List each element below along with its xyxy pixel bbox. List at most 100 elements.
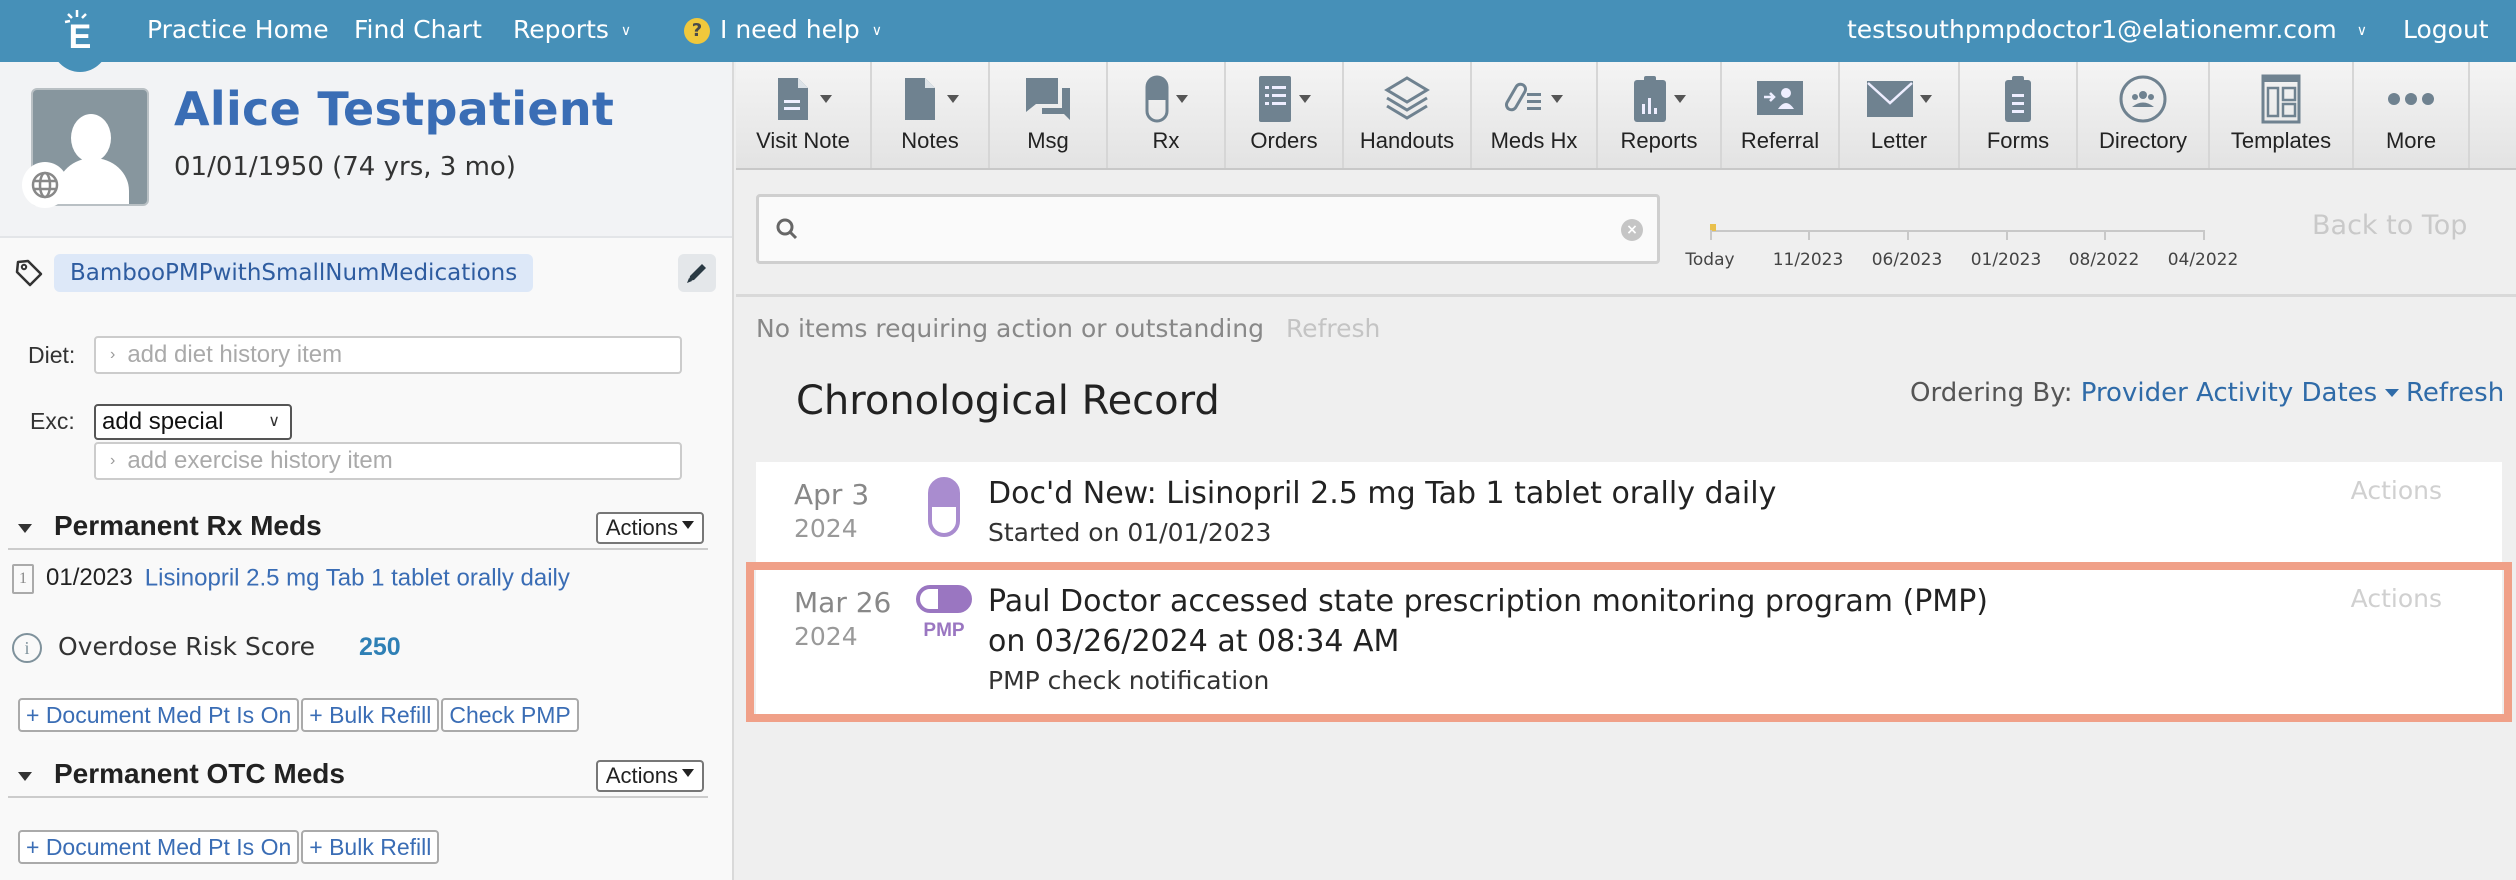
timeline-tick [1907,230,1909,240]
logout-link[interactable]: Logout [2403,0,2489,60]
patient-dob: 01/01/1950 (74 yrs, 3 mo) [174,152,516,182]
toolbar-forms[interactable]: Forms [1960,62,2078,168]
risk-label: Overdose Risk Score [58,632,315,661]
chevron-right-icon: › [110,452,116,469]
otc-meds-buttons: + Document Med Pt Is On + Bulk Refill [18,830,441,864]
caret-down-icon [2385,389,2400,397]
otc-actions-button[interactable]: Actions [595,760,704,792]
exercise-input[interactable]: › add exercise history item [94,442,682,480]
exercise-select-value: add special [102,408,224,435]
toolbar-referral[interactable]: Referral [1722,62,1840,168]
pending-refresh-link[interactable]: Refresh [1286,314,1380,343]
chat-icon [1026,78,1070,120]
timeline-tick [2006,230,2008,240]
search-icon [776,218,798,240]
med-start-date: 01/2023 [46,564,133,592]
toolbar-more[interactable]: More [2354,62,2470,168]
toolbar-rx[interactable]: Rx [1108,62,1226,168]
toolbar-msg[interactable]: Msg [990,62,1108,168]
toolbar-visit-note[interactable]: Visit Note [736,62,872,168]
patient-tag[interactable]: BambooPMPwithSmallNumMedications [54,254,534,292]
document-otc-med-button[interactable]: + Document Med Pt Is On [18,830,300,864]
caret-down-icon [947,95,959,103]
info-icon[interactable]: i [12,633,42,663]
entry-title[interactable]: Doc'd New: Lisinopril 2.5 mg Tab 1 table… [988,474,2088,514]
globe-icon[interactable] [22,162,68,208]
chronological-entry[interactable]: Apr 3 2024 Doc'd New: Lisinopril 2.5 mg … [756,462,2502,566]
exercise-special-select[interactable]: add special ∨ [94,404,292,440]
caret-down-icon [682,521,694,529]
timeline-tick [2203,230,2205,240]
entry-subtitle: Started on 01/01/2023 [988,518,1272,547]
toolbar-letter[interactable]: Letter [1840,62,1960,168]
med-name-link[interactable]: Lisinopril 2.5 mg Tab 1 tablet orally da… [145,564,570,591]
edit-tags-button[interactable] [678,254,716,292]
nav-practice-home[interactable]: Practice Home [147,0,329,60]
overdose-risk-row: i Overdose Risk Score 250 [12,632,401,663]
patient-name[interactable]: Alice Testpatient [174,82,614,136]
timeline-track[interactable] [1710,230,2203,232]
bulk-refill-button[interactable]: + Bulk Refill [301,698,440,732]
chevron-down-icon: ∨ [2356,23,2367,39]
entry-actions-link[interactable]: Actions [2351,476,2442,505]
list-icon [1259,76,1291,122]
pending-items-status: No items requiring action or outstanding… [756,314,1380,343]
check-pmp-button[interactable]: Check PMP [441,698,579,732]
otc-meds-header: Permanent OTC Meds Actions [8,758,708,798]
med-count-badge: 1 [12,564,34,594]
toolbar-notes[interactable]: Notes [872,62,990,168]
ordering-dropdown[interactable]: Provider Activity Dates [2081,378,2400,408]
nav-find-chart[interactable]: Find Chart [354,0,482,60]
clear-search-icon[interactable]: × [1621,219,1643,241]
bulk-refill-otc-button[interactable]: + Bulk Refill [301,830,440,864]
entry-title[interactable]: Paul Doctor accessed state prescription … [988,582,1988,662]
entry-actions-link[interactable]: Actions [2351,584,2442,613]
toolbar-meds-hx[interactable]: Meds Hx [1472,62,1598,168]
clipboard-chart-icon [1634,76,1666,122]
chevron-right-icon: › [110,346,116,363]
toolbar-templates[interactable]: Templates [2210,62,2354,168]
page-icon [905,78,935,120]
nav-help[interactable]: ? I need help ∨ [684,0,882,60]
toolbar-label: Referral [1740,128,1820,153]
timeline-label[interactable]: 06/2023 [1872,250,1943,270]
toolbar-directory[interactable]: Directory [2078,62,2210,168]
ordering-label: Ordering By: [1910,378,2073,408]
caret-down-icon [1299,95,1311,103]
chevron-down-icon: ∨ [871,23,883,39]
timeline-label[interactable]: 01/2023 [1971,250,2042,270]
document-med-button[interactable]: + Document Med Pt Is On [18,698,300,732]
pencil-icon [687,264,706,283]
chart-search-input[interactable] [809,207,1609,251]
collapse-triangle-icon[interactable] [18,772,32,781]
timeline-label[interactable]: Today [1685,250,1734,270]
back-to-top-link[interactable]: Back to Top [2312,210,2467,241]
caret-down-icon [1176,95,1188,103]
diet-input[interactable]: › add diet history item [94,336,682,374]
tag-icon [15,259,43,287]
timeline-label[interactable]: 08/2022 [2069,250,2140,270]
timeline-label[interactable]: 04/2022 [2168,250,2239,270]
pill-icon [928,477,960,537]
timeline-tick [1808,230,1810,240]
toolbar-orders[interactable]: Orders [1226,62,1344,168]
chronological-entry-pmp[interactable]: Mar 26 2024 PMP Paul Doctor accessed sta… [756,570,2502,716]
toolbar-label: Directory [2098,128,2187,153]
rx-actions-button[interactable]: Actions [595,512,704,544]
user-menu[interactable]: testsouthpmpdoctor1@elationemr.com ∨ [1847,0,2367,60]
elation-logo[interactable]: E [48,0,112,72]
collapse-triangle-icon[interactable] [18,524,32,533]
timeline-label[interactable]: 11/2023 [1773,250,1844,270]
caret-down-icon [1551,95,1563,103]
timeline-navigator: Today 11/2023 06/2023 01/2023 08/2022 04… [1685,212,2246,282]
rx-meds-title[interactable]: Permanent Rx Meds [54,510,322,542]
toolbar-handouts[interactable]: Handouts [1344,62,1472,168]
nav-reports[interactable]: Reports ∨ [513,0,631,60]
otc-meds-title[interactable]: Permanent OTC Meds [54,758,345,790]
toolbar-label: Notes [901,128,959,153]
toolbar-reports[interactable]: Reports [1598,62,1722,168]
patient-header: Alice Testpatient 01/01/1950 (74 yrs, 3 … [0,62,732,238]
chronological-refresh-link[interactable]: Refresh [2406,378,2504,408]
risk-score[interactable]: 250 [359,633,401,661]
entry-year: 2024 [794,514,858,543]
